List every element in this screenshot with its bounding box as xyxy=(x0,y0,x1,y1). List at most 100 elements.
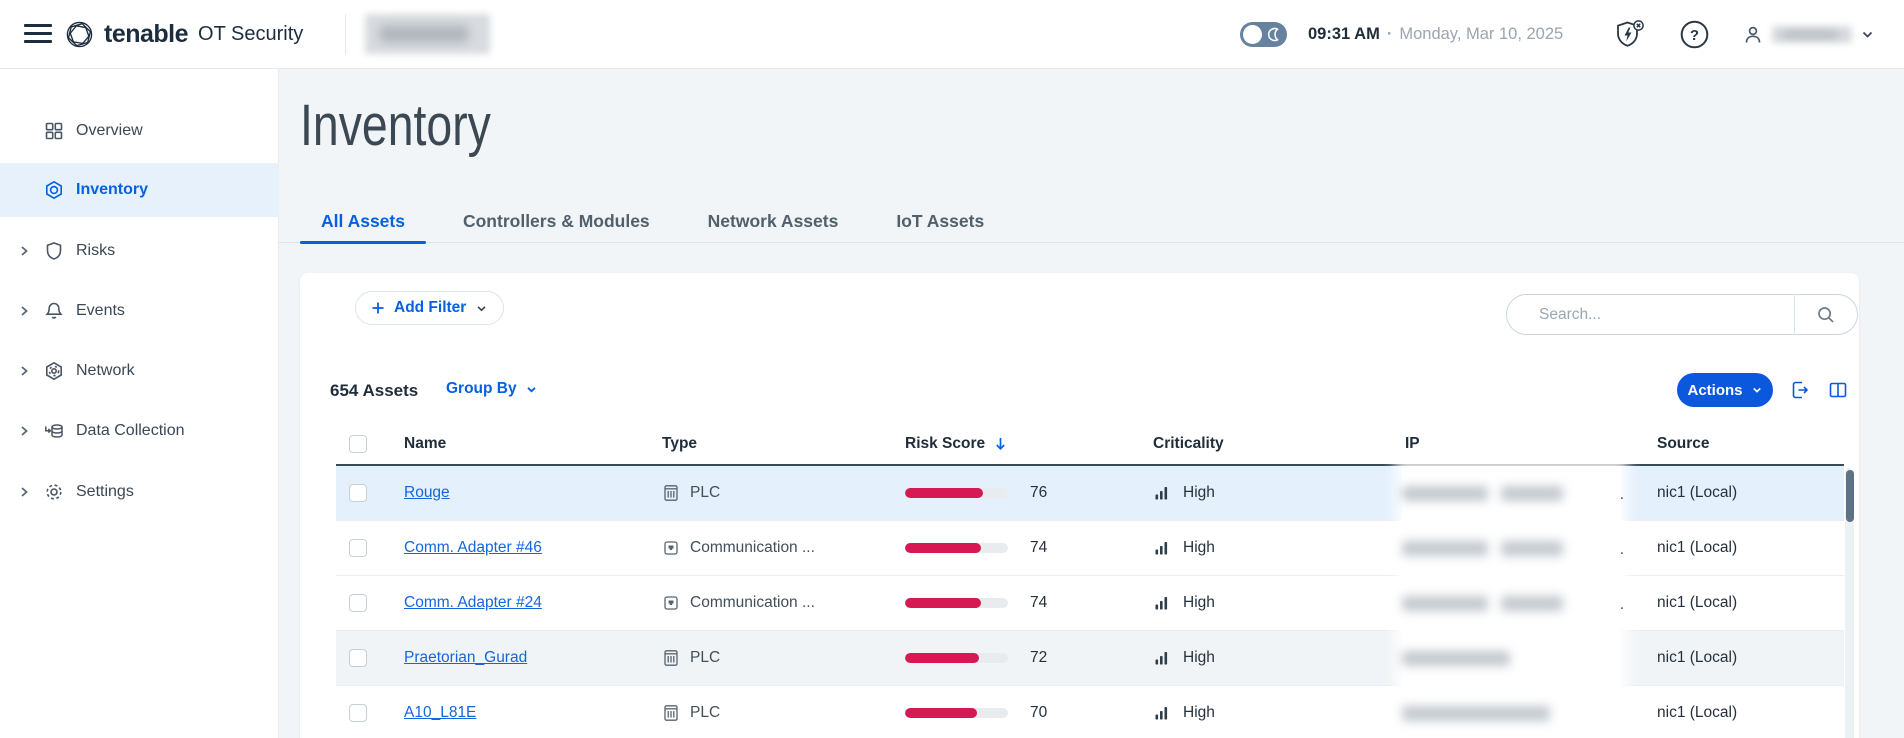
add-filter-button[interactable]: Add Filter xyxy=(355,291,504,325)
table-row[interactable]: Praetorian_Gurad PLC 72 xyxy=(336,631,1844,686)
chevron-right-icon xyxy=(17,364,31,378)
column-header-source[interactable]: Source xyxy=(1657,435,1710,453)
source-label: nic1 (Local) xyxy=(1657,484,1737,501)
tab-iot-assets[interactable]: IoT Assets xyxy=(875,200,1005,243)
risks-icon xyxy=(44,241,64,261)
source-label: nic1 (Local) xyxy=(1657,704,1737,721)
vertical-scrollbar[interactable] xyxy=(1845,468,1854,738)
tab-network-assets[interactable]: Network Assets xyxy=(687,200,860,243)
sidebar-item-events[interactable]: Events xyxy=(0,284,279,338)
risk-score-value: 74 xyxy=(1030,594,1047,612)
column-header-criticality[interactable]: Criticality xyxy=(1153,435,1224,453)
risk-score-bar xyxy=(905,653,1008,663)
table-body: Rouge PLC 76 High xyxy=(336,466,1844,738)
sidebar-item-overview[interactable]: Overview xyxy=(0,104,279,158)
asset-name-link[interactable]: A10_L81E xyxy=(404,704,476,721)
risk-score-fill xyxy=(905,488,983,498)
chevron-down-icon xyxy=(1751,384,1763,396)
actions-button[interactable]: Actions xyxy=(1677,373,1773,407)
column-header-name[interactable]: Name xyxy=(404,435,446,453)
sidebar-item-network[interactable]: Network xyxy=(0,344,279,398)
source-label: nic1 (Local) xyxy=(1657,594,1737,611)
row-checkbox[interactable] xyxy=(349,484,367,502)
sidebar-item-settings[interactable]: Settings xyxy=(0,465,279,519)
tab-controllers-modules[interactable]: Controllers & Modules xyxy=(442,200,671,243)
column-header-type[interactable]: Type xyxy=(662,435,697,453)
scrollbar-thumb[interactable] xyxy=(1846,470,1854,522)
asset-name-link[interactable]: Comm. Adapter #24 xyxy=(404,594,542,611)
plc-icon xyxy=(662,484,680,502)
ip-truncation-dot: . xyxy=(1620,486,1624,504)
events-icon xyxy=(44,301,64,321)
table-row[interactable]: Rouge PLC 76 High xyxy=(336,466,1844,521)
hamburger-menu-icon[interactable] xyxy=(24,24,52,45)
criticality-label: High xyxy=(1183,484,1215,502)
search-icon xyxy=(1816,305,1836,325)
license-shield-icon[interactable] xyxy=(1612,17,1647,52)
ip-truncation-dot: . xyxy=(1620,596,1624,614)
asset-name-link[interactable]: Rouge xyxy=(404,484,450,501)
user-menu[interactable] xyxy=(1742,0,1875,69)
sidebar-item-risks[interactable]: Risks xyxy=(0,224,279,278)
sidebar-item-label: Network xyxy=(76,362,135,380)
clock-separator: · xyxy=(1387,25,1393,44)
risk-score-fill xyxy=(905,598,981,608)
row-checkbox[interactable] xyxy=(349,539,367,557)
sidebar-item-inventory[interactable]: Inventory xyxy=(0,163,279,217)
criticality-label: High xyxy=(1183,539,1215,557)
ip-redacted xyxy=(1402,631,1628,685)
risk-score-bar xyxy=(905,598,1008,608)
column-header-ip[interactable]: IP xyxy=(1405,435,1420,453)
ip-redacted: . xyxy=(1402,466,1628,520)
search-button[interactable] xyxy=(1795,295,1857,334)
sidebar-item-label: Data Collection xyxy=(76,422,185,440)
network-icon xyxy=(44,361,64,381)
main-content: Inventory All Assets Controllers & Modul… xyxy=(279,69,1904,738)
risk-score-value: 72 xyxy=(1030,649,1047,667)
theme-toggle[interactable] xyxy=(1240,22,1287,47)
criticality-label: High xyxy=(1183,649,1215,667)
columns-icon[interactable] xyxy=(1827,379,1849,401)
table-row[interactable]: A10_L81E PLC 70 High xyxy=(336,686,1844,738)
tab-all-assets[interactable]: All Assets xyxy=(300,200,426,243)
source-label: nic1 (Local) xyxy=(1657,649,1737,666)
clock: 09:31 AM · Monday, Mar 10, 2025 xyxy=(1308,0,1563,69)
table-row[interactable]: Comm. Adapter #46 Communication ... 74 xyxy=(336,521,1844,576)
group-by-button[interactable]: Group By xyxy=(446,380,538,398)
search-input[interactable] xyxy=(1507,295,1794,334)
table-header: Name Type Risk Score Criticality IP Sour… xyxy=(336,423,1844,466)
group-by-label: Group By xyxy=(446,380,517,398)
criticality-bars-icon xyxy=(1154,540,1170,556)
user-icon xyxy=(1742,24,1764,46)
brand-name: tenable xyxy=(104,20,188,49)
sidebar-item-data-collection[interactable]: Data Collection xyxy=(0,404,279,458)
chevron-right-icon xyxy=(17,485,31,499)
clock-date: Monday, Mar 10, 2025 xyxy=(1399,25,1563,44)
criticality-bars-icon xyxy=(1154,705,1170,721)
sidebar-item-label: Risks xyxy=(76,242,115,260)
export-icon[interactable] xyxy=(1789,379,1811,401)
risk-score-fill xyxy=(905,708,977,718)
row-checkbox[interactable] xyxy=(349,649,367,667)
svg-text:?: ? xyxy=(1690,27,1699,44)
asset-name-link[interactable]: Comm. Adapter #46 xyxy=(404,539,542,556)
chevron-right-icon xyxy=(17,424,31,438)
assets-card: Add Filter 654 Assets Group By Actions xyxy=(300,273,1859,738)
column-header-risk-score[interactable]: Risk Score xyxy=(905,435,1008,453)
table-row[interactable]: Comm. Adapter #24 Communication ... 74 xyxy=(336,576,1844,631)
source-label: nic1 (Local) xyxy=(1657,539,1737,556)
inventory-icon xyxy=(44,180,64,200)
help-icon[interactable]: ? xyxy=(1680,20,1709,49)
row-checkbox[interactable] xyxy=(349,594,367,612)
asset-type-label: PLC xyxy=(690,484,720,502)
row-checkbox[interactable] xyxy=(349,704,367,722)
criticality-label: High xyxy=(1183,594,1215,612)
chevron-down-icon xyxy=(525,383,538,396)
user-name-redacted xyxy=(1772,26,1852,43)
risk-score-bar xyxy=(905,488,1008,498)
asset-name-link[interactable]: Praetorian_Gurad xyxy=(404,649,527,666)
ip-truncation-dot: . xyxy=(1620,541,1624,559)
sidebar: Overview Inventory Risks xyxy=(0,69,279,738)
asset-type-label: Communication ... xyxy=(690,594,815,612)
select-all-checkbox[interactable] xyxy=(349,435,367,453)
